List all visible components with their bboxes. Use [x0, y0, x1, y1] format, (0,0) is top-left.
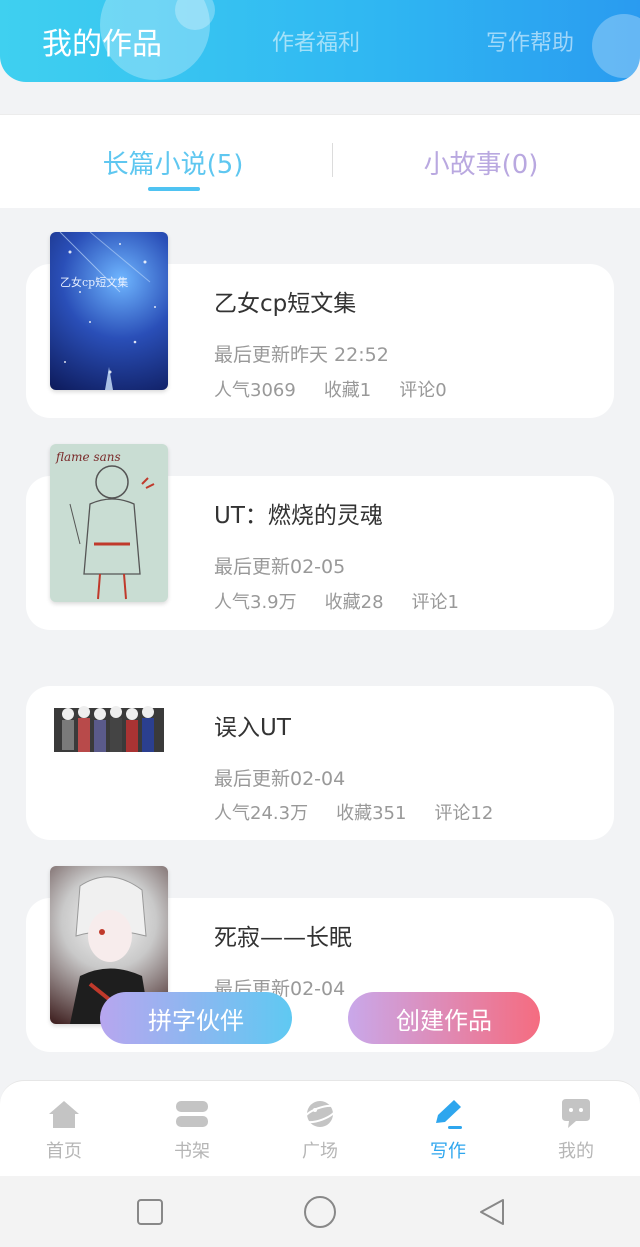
system-navigation-bar: [0, 1176, 640, 1247]
book-cover[interactable]: flame sans: [50, 444, 168, 602]
planet-icon: [301, 1095, 339, 1133]
nav-label: 首页: [46, 1141, 82, 1162]
divider: [332, 143, 333, 177]
popularity-count: 人气3069: [214, 380, 296, 401]
cover-title: flame sans: [56, 450, 121, 464]
book-title[interactable]: 死寂——长眠: [214, 918, 352, 952]
bookshelf-icon: [173, 1095, 211, 1133]
last-updated: 最后更新02-04: [214, 768, 346, 790]
active-tab-indicator: [148, 187, 200, 191]
nav-plaza[interactable]: 广场: [256, 1081, 384, 1177]
chat-bubble-icon: [557, 1095, 595, 1133]
home-icon: [45, 1095, 83, 1133]
work-type-tabs: 长篇小说(5) 小故事(0): [0, 114, 640, 208]
nav-home[interactable]: 首页: [0, 1081, 128, 1177]
book-cover[interactable]: [50, 690, 168, 770]
pen-icon: [429, 1095, 467, 1133]
bottom-navigation: 首页 书架 广场 写作 我的: [0, 1080, 640, 1176]
tab-short-stories[interactable]: 小故事(0): [368, 115, 594, 209]
tab-author-benefits[interactable]: 作者福利: [272, 0, 360, 82]
cover-title: 乙女cp短文集: [60, 276, 129, 289]
nav-me[interactable]: 我的: [512, 1081, 640, 1177]
last-updated: 最后更新昨天 22:52: [214, 344, 389, 366]
decor-bubble: [592, 14, 640, 78]
sketch-cover-art: [69, 465, 155, 600]
book-title[interactable]: UT：燃烧的灵魂: [214, 496, 383, 530]
book-stats: 人气3069 收藏1 评论0: [214, 376, 447, 402]
book-stats: 人气24.3万 收藏351 评论12: [214, 799, 493, 825]
last-updated: 最后更新02-05: [214, 556, 346, 578]
nav-label: 我的: [558, 1141, 594, 1162]
tab-writing-help[interactable]: 写作帮助: [486, 0, 574, 82]
characters-cover-art: [54, 706, 164, 752]
tab-novels[interactable]: 长篇小说(5): [60, 115, 286, 209]
favorites-count: 收藏351: [336, 803, 407, 824]
nav-label: 广场: [302, 1141, 338, 1162]
back-triangle-icon[interactable]: [472, 1192, 512, 1232]
book-title[interactable]: 误入UT: [214, 708, 291, 742]
top-header: 我的作品 作者福利 写作帮助: [0, 0, 640, 82]
comments-count: 评论12: [434, 803, 494, 824]
tab-my-works[interactable]: 我的作品: [42, 0, 162, 82]
nav-bookshelf[interactable]: 书架: [128, 1081, 256, 1177]
popularity-count: 人气3.9万: [214, 592, 297, 613]
favorites-count: 收藏28: [324, 592, 384, 613]
starry-cover-art: [59, 232, 156, 390]
home-circle-icon[interactable]: [300, 1192, 340, 1232]
nav-write[interactable]: 写作: [384, 1081, 512, 1177]
book-stats: 人气3.9万 收藏28 评论1: [214, 588, 459, 614]
popularity-count: 人气24.3万: [214, 803, 309, 824]
nav-label: 书架: [174, 1141, 210, 1162]
create-work-button[interactable]: 创建作品: [348, 992, 540, 1044]
writing-partner-button[interactable]: 拼字伙伴: [100, 992, 292, 1044]
favorites-count: 收藏1: [323, 380, 372, 401]
nav-label: 写作: [430, 1141, 466, 1162]
book-cover[interactable]: 乙女cp短文集: [50, 232, 168, 390]
book-title[interactable]: 乙女cp短文集: [214, 284, 356, 318]
comments-count: 评论0: [399, 380, 447, 401]
recent-apps-icon[interactable]: [130, 1192, 170, 1232]
comments-count: 评论1: [411, 592, 459, 613]
